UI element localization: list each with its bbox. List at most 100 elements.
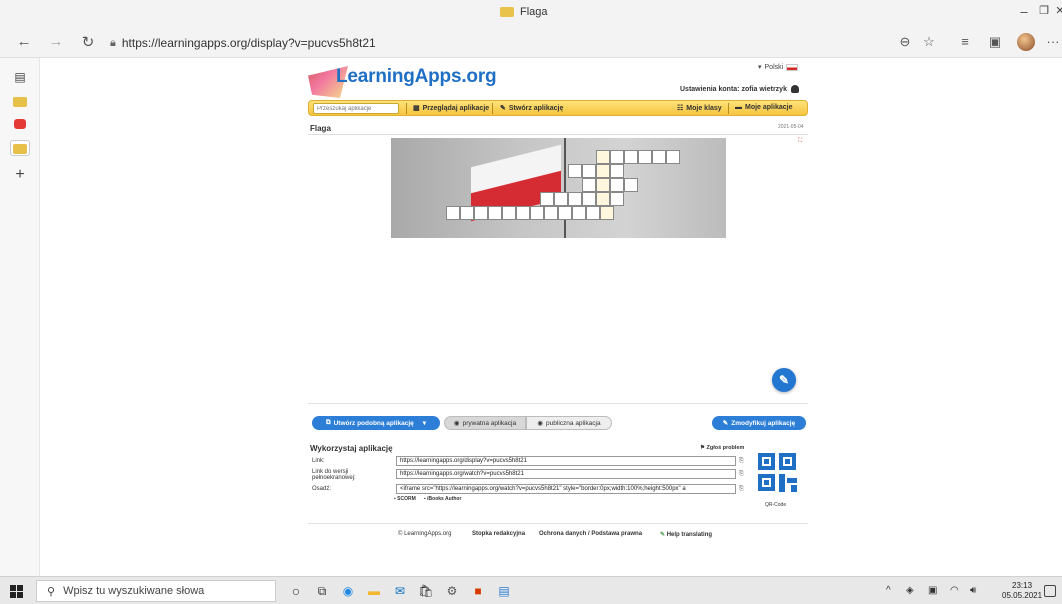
- crossword-cell[interactable]: [582, 164, 596, 178]
- crossword-cell[interactable]: [610, 192, 624, 206]
- crossword-cell[interactable]: [582, 178, 596, 192]
- nav-divider: [728, 103, 729, 114]
- refresh-icon[interactable]: ↻: [78, 33, 98, 51]
- sidebar-learningapps-icon[interactable]: [10, 94, 30, 110]
- word-icon[interactable]: ▤: [496, 583, 512, 599]
- file-explorer-icon[interactable]: ▬: [366, 583, 382, 599]
- crossword-cell[interactable]: [446, 206, 460, 220]
- profile-avatar[interactable]: [1017, 33, 1035, 51]
- back-arrow-icon[interactable]: ←: [14, 33, 34, 50]
- my-apps-link[interactable]: ▬ Moje aplikacje: [735, 104, 792, 111]
- edge-browser-icon[interactable]: ◉: [340, 583, 356, 599]
- private-app-toggle[interactable]: ◉ prywatna aplikacja: [444, 416, 526, 430]
- edit-fab-button[interactable]: ✎: [772, 368, 796, 392]
- favorite-star-icon[interactable]: ☆: [920, 34, 938, 50]
- browser-tab[interactable]: Flaga: [500, 6, 548, 18]
- my-classes-link[interactable]: ☷ Moje klasy: [677, 104, 722, 113]
- windows-start-icon[interactable]: [10, 585, 23, 598]
- taskbar-search-box[interactable]: ⚲ Wpisz tu wyszukiwane słowa: [36, 580, 276, 602]
- office-icon[interactable]: ■: [470, 583, 486, 599]
- tray-expand-icon[interactable]: ^: [886, 585, 891, 596]
- app-tray-icon[interactable]: ▣: [928, 585, 937, 596]
- main-navigation: ▦ Przeglądaj aplikacje ✎ Stwórz aplikacj…: [308, 100, 808, 116]
- volume-icon[interactable]: 🔊︎: [970, 585, 976, 596]
- crossword-cell[interactable]: [610, 164, 624, 178]
- crossword-cell[interactable]: [540, 192, 554, 206]
- collections-icon[interactable]: ▣: [986, 34, 1004, 50]
- url-input[interactable]: 🔒︎ https://learningapps.org/display?v=pu…: [110, 33, 890, 53]
- ibooks-export-link[interactable]: ▪ iBooks Author: [424, 496, 461, 502]
- create-app-link[interactable]: ✎ Stwórz aplikację: [500, 104, 563, 113]
- taskbar-clock[interactable]: 23:13 05.05.2021: [1002, 581, 1042, 601]
- app-search-input[interactable]: [313, 103, 399, 114]
- crossword-cell[interactable]: [610, 150, 624, 164]
- tab-actions-icon[interactable]: ▤: [10, 70, 30, 86]
- crossword-cell[interactable]: [568, 192, 582, 206]
- forward-arrow-icon[interactable]: →: [46, 33, 66, 50]
- crossword-cell[interactable]: [624, 150, 638, 164]
- crossword-cell[interactable]: [596, 192, 610, 206]
- notification-center-icon[interactable]: [1044, 585, 1056, 597]
- more-menu-icon[interactable]: ···: [1044, 34, 1062, 49]
- crossword-cell[interactable]: [460, 206, 474, 220]
- imprint-link[interactable]: Stopka redakcyjna: [472, 531, 525, 537]
- link-field[interactable]: https://learningapps.org/display?v=pucvs…: [396, 456, 736, 466]
- crossword-cell[interactable]: [516, 206, 530, 220]
- crossword-cell[interactable]: [568, 164, 582, 178]
- privacy-link[interactable]: Ochrona danych / Podstawa prawna: [539, 531, 642, 537]
- crossword-cell[interactable]: [558, 206, 572, 220]
- crossword-cell[interactable]: [624, 178, 638, 192]
- public-app-toggle[interactable]: ◉ publiczna aplikacja: [526, 416, 612, 430]
- network-tray-icon[interactable]: ◈: [906, 585, 914, 596]
- cortana-icon[interactable]: ○: [288, 583, 304, 599]
- crossword-cell[interactable]: [488, 206, 502, 220]
- zoom-icon[interactable]: ⊖: [896, 34, 914, 50]
- modify-app-button[interactable]: ✎ Zmodyfikuj aplikację: [712, 416, 806, 430]
- embed-code-field[interactable]: <iframe src="https://learningapps.org/wa…: [396, 484, 736, 494]
- settings-gear-icon[interactable]: ⚙: [444, 583, 460, 599]
- new-tab-plus-icon[interactable]: +: [10, 166, 30, 183]
- crossword-cell[interactable]: [666, 150, 680, 164]
- crossword-cell[interactable]: [554, 192, 568, 206]
- crossword-cell[interactable]: [586, 206, 600, 220]
- sidebar-youtube-icon[interactable]: [10, 116, 30, 132]
- browse-apps-link[interactable]: ▦ Przeglądaj aplikacje: [413, 104, 489, 113]
- language-selector[interactable]: ▾ Polski: [758, 63, 799, 71]
- crossword-cell[interactable]: [582, 192, 596, 206]
- copy-icon[interactable]: ⎘: [739, 486, 744, 493]
- tab-title: Flaga: [520, 6, 548, 18]
- favorites-list-icon[interactable]: ≡: [956, 34, 974, 49]
- store-icon[interactable]: 🛍︎: [418, 583, 434, 599]
- help-translating-link[interactable]: ✎ Help translating: [660, 531, 712, 538]
- site-logo[interactable]: LearningApps.org: [308, 60, 497, 100]
- app-preview-image[interactable]: [391, 138, 726, 238]
- crossword-cell[interactable]: [600, 206, 614, 220]
- create-similar-app-button[interactable]: ⧉ Utwórz podobną aplikację ▾: [312, 416, 440, 430]
- wifi-icon[interactable]: ◠: [950, 585, 959, 596]
- translate-icon: ✎: [660, 532, 666, 538]
- crossword-cell[interactable]: [572, 206, 586, 220]
- crossword-cell[interactable]: [596, 150, 610, 164]
- sidebar-active-tab-icon[interactable]: [10, 140, 30, 156]
- crossword-cell[interactable]: [502, 206, 516, 220]
- crossword-cell[interactable]: [530, 206, 544, 220]
- report-problem-link[interactable]: ⚑ Zgłoś problem: [700, 445, 744, 451]
- crossword-cell[interactable]: [596, 178, 610, 192]
- fullscreen-icon[interactable]: ⛶: [798, 138, 802, 145]
- crossword-cell[interactable]: [610, 178, 624, 192]
- windows-taskbar: ⚲ Wpisz tu wyszukiwane słowa ○ ⧉ ◉ ▬ ✉ 🛍…: [0, 576, 1062, 604]
- mail-icon[interactable]: ✉: [392, 583, 408, 599]
- copy-icon[interactable]: ⎘: [739, 458, 744, 465]
- qr-code[interactable]: [758, 453, 798, 493]
- crossword-cell[interactable]: [474, 206, 488, 220]
- scorm-export-link[interactable]: ▪ SCORM: [394, 496, 416, 502]
- task-view-icon[interactable]: ⧉: [314, 583, 330, 599]
- account-settings-link[interactable]: Ustawienia konta: zofia wietrzyk: [680, 85, 799, 93]
- copy-icon[interactable]: ⎘: [739, 471, 744, 478]
- crossword-cell[interactable]: [652, 150, 666, 164]
- close-button[interactable]: ✕: [1048, 4, 1062, 17]
- crossword-cell[interactable]: [596, 164, 610, 178]
- crossword-cell[interactable]: [638, 150, 652, 164]
- fullscreen-link-field[interactable]: https://learningapps.org/watch?v=pucvs5h…: [396, 469, 736, 479]
- crossword-cell[interactable]: [544, 206, 558, 220]
